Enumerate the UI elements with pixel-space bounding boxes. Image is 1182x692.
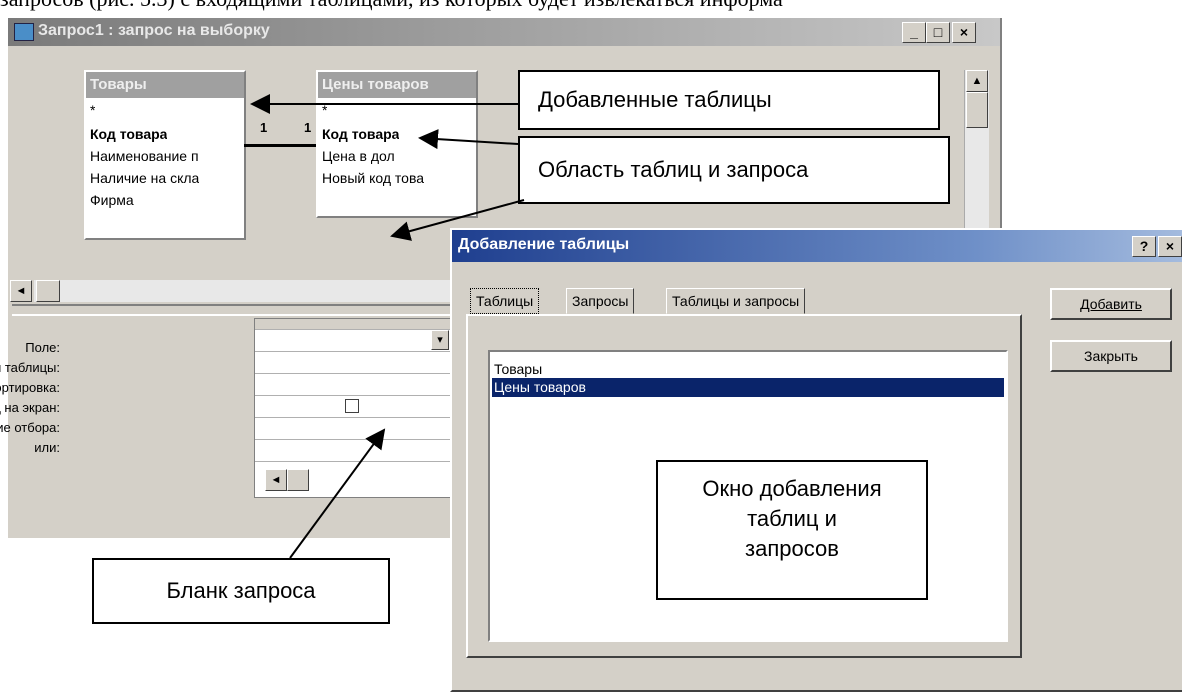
arrow-to-table-2: [418, 129, 519, 150]
arrow-to-query-grid: [289, 428, 386, 559]
arrow-to-table-area: [390, 199, 525, 241]
annotation-arrows: [250, 94, 525, 559]
